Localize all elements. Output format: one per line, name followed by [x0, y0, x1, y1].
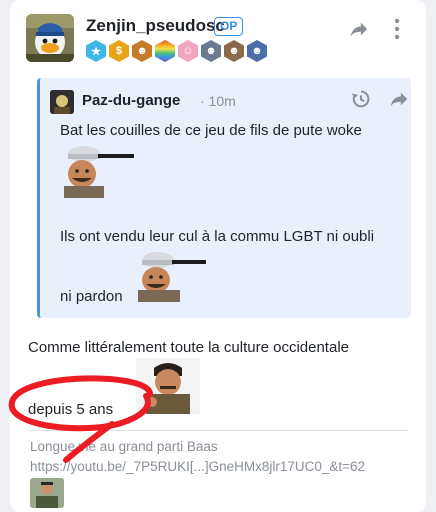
- face-badge-2[interactable]: ☻: [224, 40, 244, 62]
- dollar-badge[interactable]: $: [109, 40, 129, 62]
- quoted-author-name[interactable]: Paz-du-gange: [82, 92, 180, 109]
- face-badge-1[interactable]: ☻: [201, 40, 221, 62]
- quoted-post[interactable]: Paz-du-gange · 10m Bat les couilles de c…: [37, 78, 411, 318]
- baby-badge[interactable]: ☺: [178, 40, 198, 62]
- history-icon[interactable]: [350, 88, 372, 110]
- share-arrow-icon[interactable]: [348, 18, 370, 40]
- meme-sticker-image: [136, 358, 200, 414]
- quoted-author-avatar[interactable]: [50, 90, 74, 114]
- quoted-text-line: Ils ont vendu leur cul à la commu LGBT n…: [60, 228, 375, 245]
- meme-sticker-image: [60, 144, 138, 198]
- mascot-badge[interactable]: ☻: [132, 40, 152, 62]
- badge-glyph: ☻: [228, 45, 240, 57]
- post-card: Zenjin_pseudosc OP ★ $ ☻ ☺ ☻ ☻ ☻ Paz-du-gange …: [10, 0, 426, 512]
- badge-glyph: ☻: [205, 45, 217, 57]
- post-body-line: Comme littéralement toute la culture occ…: [28, 339, 349, 356]
- more-vertical-icon[interactable]: [392, 17, 402, 41]
- meme-sticker-image: [132, 250, 210, 302]
- link-preview-title[interactable]: Longue vie au grand parti Baas: [30, 439, 218, 454]
- badge-glyph: ☻: [251, 45, 263, 57]
- rainbow-badge[interactable]: [155, 40, 175, 62]
- quoted-text-line: Bat les couilles de ce jeu de fils de pu…: [60, 122, 362, 139]
- link-preview-thumbnail[interactable]: [30, 478, 64, 508]
- link-preview-url[interactable]: https://youtu.be/_7P5RUKI[...]GneHMx8jlr…: [30, 459, 365, 474]
- badge-glyph: ☺: [182, 45, 194, 57]
- op-badge: OP: [214, 17, 244, 36]
- post-body-line: depuis 5 ans: [28, 401, 114, 418]
- link-preview-divider: [28, 430, 408, 431]
- badge-glyph: ★: [91, 45, 101, 58]
- author-username[interactable]: Zenjin_pseudosc: [86, 16, 225, 36]
- quoted-text-line: ni pardon: [60, 288, 123, 305]
- share-arrow-icon[interactable]: [388, 88, 410, 110]
- badge-glyph: ☻: [136, 45, 148, 57]
- star-badge[interactable]: ★: [86, 40, 106, 62]
- face-badge-3[interactable]: ☻: [247, 40, 267, 62]
- badge-glyph: $: [115, 45, 123, 57]
- quoted-timestamp: · 10m: [200, 93, 236, 109]
- badge-row: ★ $ ☻ ☺ ☻ ☻ ☻: [86, 40, 267, 62]
- author-avatar[interactable]: [26, 14, 74, 62]
